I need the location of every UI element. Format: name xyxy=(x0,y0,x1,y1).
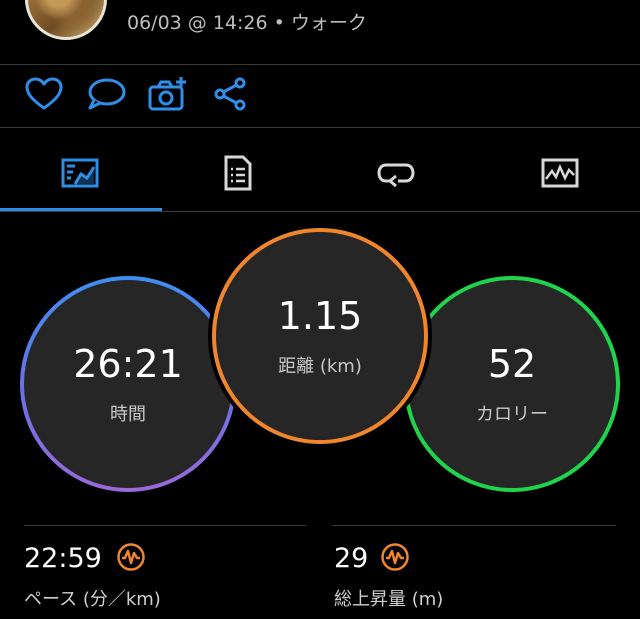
comment-button[interactable] xyxy=(86,76,126,116)
heart-icon xyxy=(25,77,63,115)
details-icon xyxy=(223,154,253,196)
distance-ring[interactable]: 1.15 距離 (km) xyxy=(212,228,428,444)
like-button[interactable] xyxy=(24,76,64,116)
time-value: 26:21 xyxy=(73,342,183,386)
charts-icon xyxy=(541,158,579,192)
calories-value: 52 xyxy=(487,342,537,386)
tab-charts[interactable] xyxy=(480,142,640,208)
divider xyxy=(24,525,306,526)
calories-ring[interactable]: 52 カロリー xyxy=(404,276,620,492)
tab-laps[interactable] xyxy=(316,142,476,208)
divider xyxy=(0,64,640,65)
distance-label: 距離 (km) xyxy=(278,356,362,377)
pace-insight-button[interactable] xyxy=(116,542,146,576)
time-ring[interactable]: 26:21 時間 xyxy=(20,276,236,492)
tab-summary[interactable] xyxy=(0,142,160,208)
time-label: 時間 xyxy=(110,404,146,425)
laps-icon xyxy=(376,158,416,192)
pace-value: 22:59 xyxy=(24,543,102,574)
distance-value: 1.15 xyxy=(277,294,363,338)
activity-pulse-icon xyxy=(380,542,410,576)
add-photo-button[interactable] xyxy=(148,76,188,116)
divider xyxy=(0,127,640,128)
camera-add-icon xyxy=(148,76,188,116)
activity-meta: 06/03 @ 14:26 • ウォーク xyxy=(127,12,367,34)
ascent-label: 総上昇量 (m) xyxy=(334,589,444,610)
ascent-value: 29 xyxy=(334,543,369,574)
avatar[interactable] xyxy=(25,0,107,40)
comment-icon xyxy=(86,77,126,115)
ascent-insight-button[interactable] xyxy=(380,542,410,576)
calories-label: カロリー xyxy=(476,404,548,425)
share-icon xyxy=(213,77,247,115)
summary-icon xyxy=(61,158,99,192)
divider xyxy=(332,525,616,526)
share-button[interactable] xyxy=(210,76,250,116)
tab-details[interactable] xyxy=(158,142,318,208)
divider xyxy=(0,211,640,212)
pace-label: ペース (分／km) xyxy=(24,589,161,610)
activity-pulse-icon xyxy=(116,542,146,576)
